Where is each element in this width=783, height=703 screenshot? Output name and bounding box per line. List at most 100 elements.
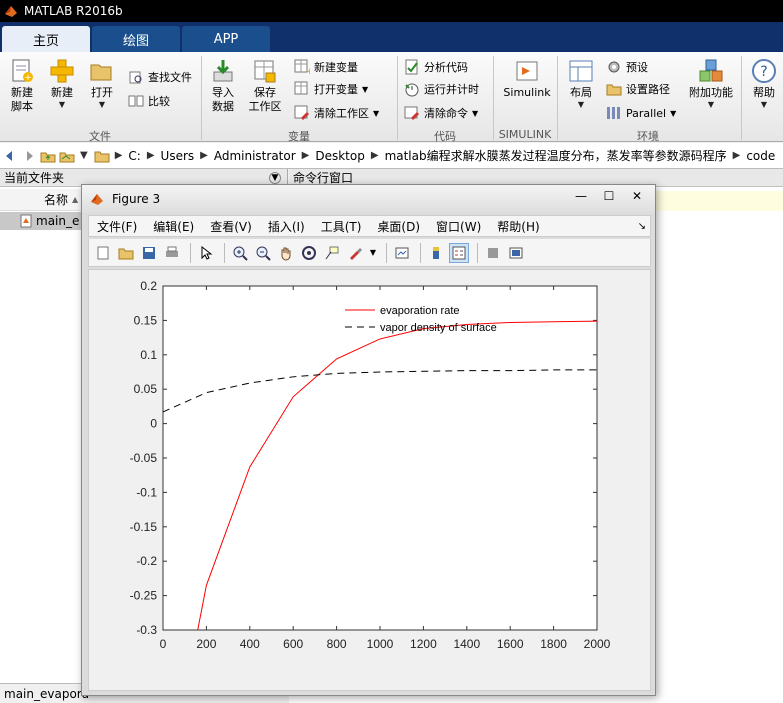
menu-tools[interactable]: 工具(T) [313,218,370,235]
browse-folder-icon[interactable] [59,148,75,164]
link-plot-icon[interactable] [392,243,412,263]
open-variable-button[interactable]: 打开变量 ▼ [294,80,368,98]
colorbar-icon[interactable] [426,243,446,263]
minimize-button[interactable]: — [567,187,595,205]
new-script-button[interactable]: + 新建 脚本 [6,58,38,114]
data-cursor-icon[interactable] [322,243,342,263]
breadcrumb-item[interactable]: Administrator [214,149,296,163]
pan-hand-icon[interactable] [276,243,296,263]
rotate-3d-icon[interactable] [299,243,319,263]
chevron-down-icon: ▼ [472,108,479,118]
forward-arrow-icon[interactable] [21,148,37,164]
zoom-in-icon[interactable] [230,243,250,263]
new-figure-icon[interactable] [93,243,113,263]
chevron-right-icon: ▶ [114,150,123,161]
breadcrumb-item[interactable]: C: [128,149,140,163]
import-data-button[interactable]: 导入 数据 [206,58,240,114]
y-tick-label: 0 [150,417,157,431]
maximize-button[interactable]: ☐ [595,187,623,205]
chevron-down-icon: ▼ [362,84,369,94]
panel-menu-icon[interactable]: ▼ [269,171,281,184]
breadcrumb-item[interactable]: matlab编程求解水膜蒸发过程温度分布，蒸发率等参数源码程序 [385,147,727,164]
folder-path-icon [606,84,622,96]
svg-text:+: + [24,73,32,83]
tab-apps[interactable]: APP [182,26,270,52]
figure-canvas: -0.3 -0.25 -0.2 -0.15 -0.1 -0.05 0 0.05 0.1 0.15 0… [88,269,651,691]
chevron-down-icon[interactable]: ▼ [80,150,88,161]
tab-home[interactable]: 主页 [2,26,90,52]
menu-insert[interactable]: 插入(I) [260,218,313,235]
ribbon: + 新建 脚本 新建 ▼ 打开 ▼ 查找文件 比较 文件 导入 数据 保存 工作… [0,52,783,143]
x-tick-label: 0 [160,637,167,651]
x-tick-label: 1800 [540,637,567,651]
menu-window[interactable]: 窗口(W) [428,218,489,235]
new-variable-icon: + [294,59,310,75]
toolbar-divider [477,242,478,263]
menu-file[interactable]: 文件(F) [89,218,145,235]
legend-entry: evaporation rate [380,305,460,317]
help-question-icon: ? [752,59,776,83]
chevron-right-icon: ▶ [301,150,310,161]
zoom-out-icon[interactable] [253,243,273,263]
open-button[interactable]: 打开 ▼ [86,58,118,110]
show-plot-tools-icon[interactable] [506,243,526,263]
menu-help[interactable]: 帮助(H) [489,218,547,235]
compare-button[interactable]: 比较 [128,92,170,110]
add-ons-button[interactable]: 附加功能 ▼ [688,58,734,110]
pointer-icon[interactable] [196,243,216,263]
analyze-code-button[interactable]: 分析代码 [404,58,468,76]
x-tick-label: 2000 [584,637,611,651]
matlab-logo-icon [5,6,17,17]
simulink-icon [516,61,538,81]
y-tick-label: -0.05 [130,451,158,465]
dock-arrow-icon[interactable]: ↘ [638,221,646,232]
figure-title: Figure 3 [112,192,161,206]
chevron-right-icon: ▶ [370,150,379,161]
tab-plots[interactable]: 绘图 [92,26,180,52]
save-workspace-button[interactable]: 保存 工作区 [246,58,284,114]
legend-icon[interactable] [449,242,469,263]
find-files-button[interactable]: 查找文件 [128,68,192,86]
y-tick-label: -0.2 [136,554,157,568]
back-arrow-icon[interactable] [2,148,18,164]
run-and-time-button[interactable]: 运行并计时 [404,80,479,98]
simulink-button[interactable]: Simulink [502,58,552,100]
analyze-code-icon [405,59,418,75]
set-path-button[interactable]: 设置路径 [606,80,670,98]
clear-workspace-icon [294,105,310,121]
preferences-button[interactable]: 预设 [606,58,648,76]
toolbar-divider [420,242,421,263]
new-button[interactable]: 新建 ▼ [46,58,78,110]
plot-area: -0.3 -0.25 -0.2 -0.15 -0.1 -0.05 0 0.05 0.1 0.15 0… [130,279,611,651]
up-folder-icon[interactable] [40,148,56,164]
chevron-right-icon: ▶ [200,150,208,161]
x-tick-label: 200 [196,637,216,651]
clear-commands-button[interactable]: 清除命令 ▼ [404,104,478,122]
hide-plot-tools-icon[interactable] [483,243,503,263]
print-icon[interactable] [162,243,182,263]
new-variable-button[interactable]: + 新建变量 [294,58,358,76]
open-file-icon[interactable] [116,243,136,263]
menu-view[interactable]: 查看(V) [202,218,260,235]
run-time-icon [405,83,419,97]
menu-desktop[interactable]: 桌面(D) [369,218,428,235]
breadcrumb-item[interactable]: code [746,149,775,163]
brush-icon[interactable] [345,243,365,263]
save-icon[interactable] [139,243,159,263]
panel-title: 当前文件夹 [4,171,65,185]
breadcrumb-item[interactable]: Users [161,149,195,163]
chevron-down-icon[interactable]: ▼ [368,243,378,263]
import-icon [213,60,233,82]
toolbar-divider [190,242,191,263]
parallel-button[interactable]: Parallel ▼ [606,104,676,122]
layout-button[interactable]: 布局 ▼ [564,58,598,110]
close-button[interactable]: ✕ [623,187,651,205]
menu-edit[interactable]: 编辑(E) [145,218,202,235]
help-button[interactable]: ? 帮助 ▼ [748,58,780,110]
chevron-down-icon: ▼ [577,100,585,109]
clear-workspace-button[interactable]: 清除工作区 ▼ [294,104,379,122]
breadcrumb-item[interactable]: Desktop [315,149,365,163]
y-tick-label: -0.3 [136,623,157,637]
find-files-icon [129,71,142,84]
x-tick-label: 400 [240,637,260,651]
